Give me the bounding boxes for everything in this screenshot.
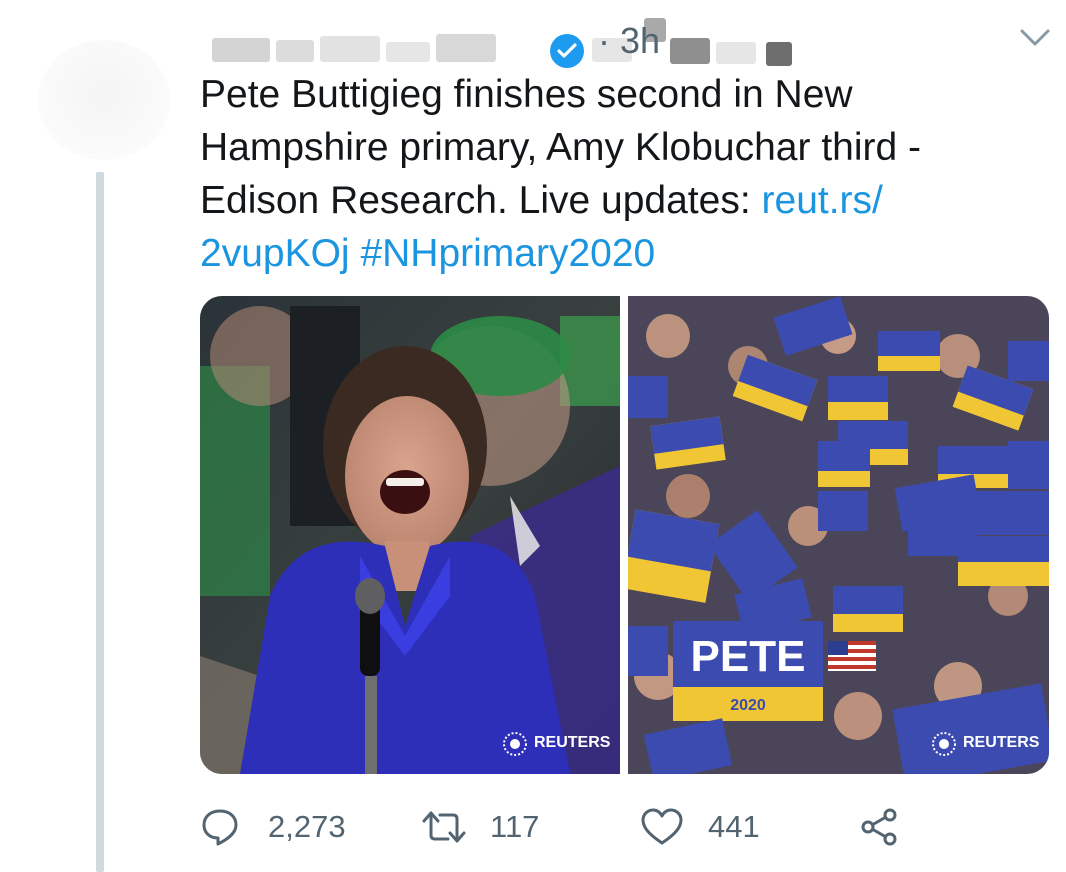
tweet-text: Pete Buttigieg finishes second in New Ha… (200, 68, 1020, 280)
redacted-display-name (276, 40, 314, 62)
redacted-display-name (436, 34, 496, 62)
thread-line (96, 172, 104, 872)
avatar[interactable] (38, 40, 170, 160)
verified-badge-icon (550, 34, 584, 68)
tweet-link[interactable]: reut.rs/ (762, 179, 883, 222)
redacted-handle (766, 42, 792, 66)
retweet-icon (422, 811, 466, 843)
retweet-button[interactable]: 117 (422, 802, 539, 852)
media-photo-klobuchar[interactable]: REUTERS (200, 296, 620, 774)
media-photo-crowd[interactable]: PETE 2020 REUTERS (628, 296, 1049, 774)
tweet-timestamp[interactable]: · 3h (598, 20, 660, 62)
reuters-watermark: REUTERS (534, 734, 611, 751)
reply-icon (202, 809, 238, 846)
tweet-header: · 3h (200, 14, 1020, 68)
heart-icon (641, 808, 683, 845)
redacted-handle (716, 42, 756, 64)
reuters-watermark: REUTERS (963, 734, 1040, 751)
like-count: 441 (708, 809, 760, 844)
share-button[interactable] (858, 802, 902, 852)
redacted-handle (670, 38, 710, 64)
like-button[interactable]: 441 (640, 802, 760, 852)
share-icon (861, 808, 897, 846)
tweet-link[interactable]: 2vupKOj (200, 232, 350, 275)
chevron-down-icon[interactable] (1018, 26, 1052, 50)
media-grid: REUTERS PETE 2020 REUTERS (200, 296, 1049, 774)
tweet-text-line: Pete Buttigieg finishes second in New (200, 73, 853, 116)
redacted-display-name (212, 38, 270, 62)
reply-button[interactable]: 2,273 (200, 802, 346, 852)
tweet-actions: 2,273 117 441 (200, 802, 1020, 852)
retweet-count: 117 (490, 809, 540, 844)
redacted-display-name (386, 42, 430, 62)
sign-big-year: 2020 (730, 697, 766, 714)
reply-count: 2,273 (268, 809, 346, 844)
american-flag-icon (828, 641, 876, 671)
tweet-text-line: Edison Research. Live updates: (200, 179, 762, 222)
tweet-text-line: Hampshire primary, Amy Klobuchar third - (200, 126, 922, 169)
hashtag-link[interactable]: #NHprimary2020 (360, 232, 655, 275)
sign-big-name: PETE (691, 632, 806, 681)
redacted-display-name (320, 36, 380, 62)
